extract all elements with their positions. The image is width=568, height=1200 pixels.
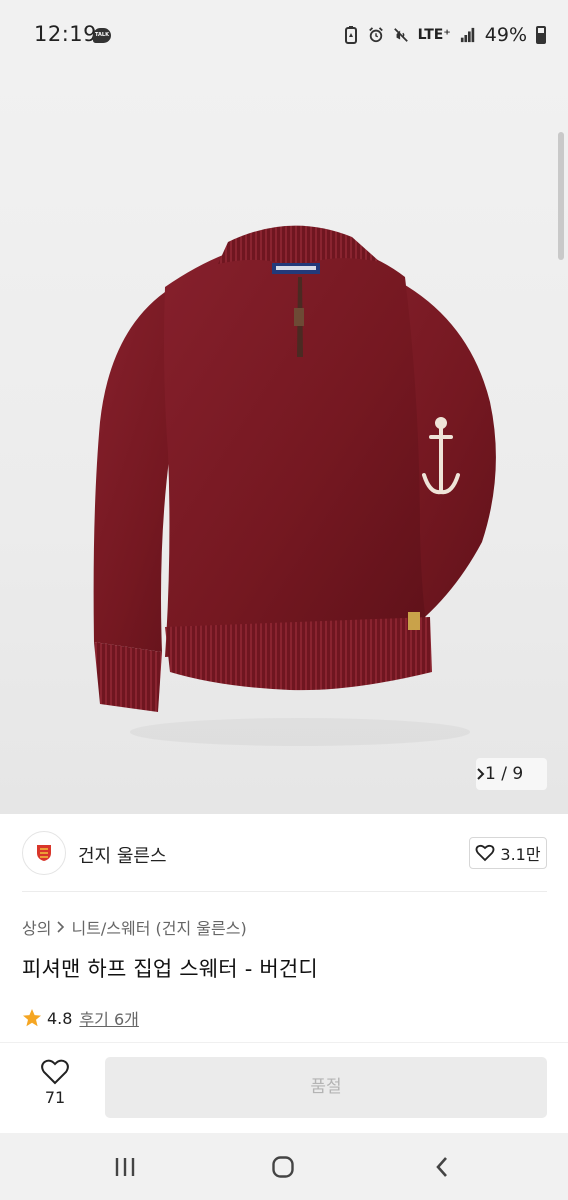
brand-crest-icon	[37, 845, 51, 861]
status-time: 12:19	[34, 22, 98, 46]
brand-like-button[interactable]: 3.1만	[469, 837, 547, 869]
image-pager[interactable]: 1 / 9	[476, 758, 547, 790]
mute-icon	[393, 28, 408, 42]
rating-score: 4.8	[47, 1008, 73, 1028]
breadcrumb-subcategory[interactable]: 니트/스웨터 (건지 울른스)	[71, 915, 246, 939]
breadcrumb-category[interactable]: 상의	[22, 915, 51, 939]
rating-row: 4.8 후기 6개	[22, 1006, 139, 1030]
home-button[interactable]	[268, 1153, 298, 1181]
wishlist-button[interactable]: 71	[22, 1058, 88, 1118]
lte-indicator: LTE⁺	[417, 27, 451, 43]
signal-icon	[460, 27, 474, 43]
brand-like-count: 3.1만	[500, 845, 541, 864]
back-button[interactable]	[427, 1153, 457, 1181]
product-title: 피셔맨 하프 집업 스웨터 - 버건디	[22, 957, 318, 981]
battery-percent: 49%	[484, 24, 527, 46]
navigation-bar	[0, 1133, 568, 1200]
reviews-link[interactable]: 후기 6개	[79, 1006, 138, 1030]
heart-icon	[476, 844, 495, 862]
product-image	[93, 225, 496, 746]
star-icon	[23, 1009, 41, 1027]
product-image-gallery[interactable]: 1 / 9	[0, 72, 568, 814]
alarm-icon	[368, 27, 383, 43]
kakaotalk-notification-icon: TALK	[93, 28, 111, 43]
back-icon	[436, 1157, 447, 1177]
chevron-right-icon	[57, 921, 65, 933]
status-icons: LTE⁺ 49%	[343, 21, 546, 49]
status-bar: 12:19 TALK LTE⁺ 49%	[0, 0, 568, 72]
brand-row[interactable]: 건지 울른스 3.1만	[0, 814, 568, 892]
brand-logo[interactable]	[22, 831, 66, 875]
battery-saver-icon	[344, 26, 357, 44]
image-scrollbar[interactable]	[558, 132, 564, 260]
breadcrumb: 상의 니트/스웨터 (건지 울른스)	[22, 915, 247, 939]
divider	[22, 891, 547, 892]
chevron-right-icon	[477, 768, 485, 780]
action-divider	[0, 1042, 568, 1043]
brand-name[interactable]: 건지 울른스	[78, 842, 167, 868]
home-icon	[272, 1156, 294, 1178]
recent-apps-icon	[115, 1158, 135, 1176]
pager-text: 1 / 9	[485, 764, 524, 784]
wishlist-count: 71	[44, 1088, 66, 1107]
heart-icon	[41, 1059, 69, 1085]
battery-icon	[536, 26, 546, 44]
recent-apps-button[interactable]	[110, 1153, 140, 1181]
sold-out-button[interactable]: 품절	[105, 1057, 547, 1118]
